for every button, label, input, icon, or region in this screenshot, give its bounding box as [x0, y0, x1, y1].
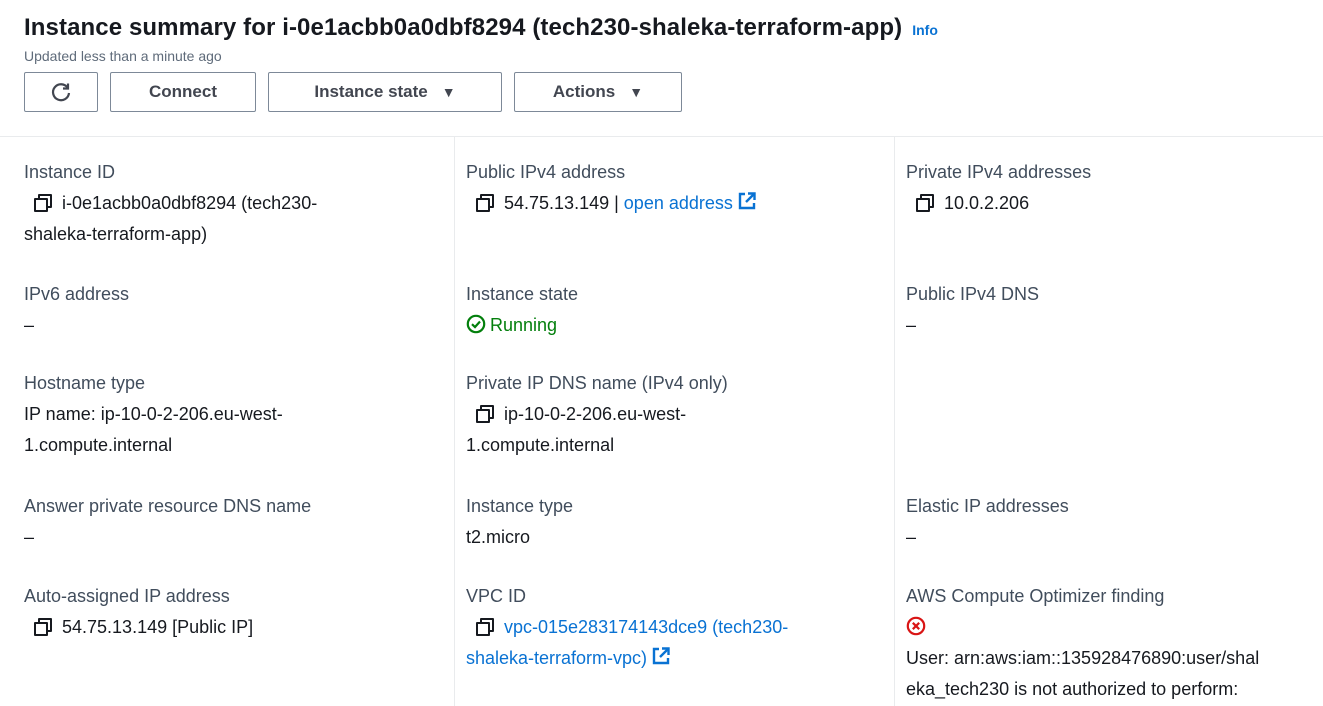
caret-down-icon: ▼: [629, 84, 644, 100]
answer-dns-field: Answer private resource DNS name –: [24, 491, 311, 553]
external-link-icon: [652, 647, 670, 665]
caret-down-icon: ▼: [441, 84, 456, 100]
copy-icon[interactable]: [476, 194, 494, 212]
field-label: Public IPv4 address: [466, 162, 626, 182]
actions-label: Actions: [552, 82, 616, 101]
value-text: 54.75.13.149 [Public IP]: [62, 617, 254, 637]
answer-dns-value: –: [24, 527, 35, 547]
optimizer-field: AWS Compute Optimizer finding User: arn:…: [906, 581, 1259, 705]
copy-icon[interactable]: [476, 405, 494, 423]
refresh-icon: [51, 83, 71, 102]
private-dns-value: ip-10-0-2-206.eu-west-: [466, 399, 728, 430]
field-label: Public IPv4 DNS: [906, 284, 1040, 304]
instance-state-value: Running: [466, 310, 578, 341]
field-label: Hostname type: [24, 373, 146, 393]
instance-type-value: t2.micro: [466, 527, 531, 547]
instance-id-value: i-0e1acbb0a0dbf8294 (tech230-: [24, 188, 317, 219]
private-ipv4-value: 10.0.2.206: [906, 188, 1091, 219]
ipv6-value: –: [24, 315, 35, 335]
field-label: Elastic IP addresses: [906, 496, 1069, 516]
vpc-id-value: vpc-015e283174143dce9 (tech230-: [466, 612, 788, 643]
public-ipv4-value: 54.75.13.149 | open address: [466, 188, 757, 219]
vpc-id-link[interactable]: shaleka-terraform-vpc): [466, 648, 647, 668]
value-line: shaleka-terraform-app): [24, 224, 208, 244]
updated-text: Updated less than a minute ago: [24, 48, 222, 64]
instance-id-field: Instance ID i-0e1acbb0a0dbf8294 (tech230…: [24, 157, 317, 250]
vpc-id-link[interactable]: vpc-015e283174143dce9 (tech230-: [504, 617, 788, 637]
elastic-ip-value: –: [906, 527, 917, 547]
public-dns-value: –: [906, 315, 917, 335]
connect-button[interactable]: Connect: [110, 72, 256, 112]
open-address-link[interactable]: open address: [624, 193, 733, 213]
details-column-3: Private IPv4 addresses 10.0.2.206 Public…: [895, 137, 1323, 706]
hostname-type-field: Hostname type IP name: ip-10-0-2-206.eu-…: [24, 368, 283, 461]
field-label: VPC ID: [466, 586, 527, 606]
error-circle-icon: [906, 616, 926, 636]
value-line: eka_tech230 is not authorized to perform…: [906, 679, 1239, 699]
field-label: Auto-assigned IP address: [24, 586, 230, 606]
copy-icon[interactable]: [34, 618, 52, 636]
info-link[interactable]: Info: [912, 22, 938, 38]
public-dns-field: Public IPv4 DNS –: [906, 279, 1039, 341]
private-dns-field: Private IP DNS name (IPv4 only) ip-10-0-…: [466, 368, 728, 461]
field-label: IPv6 address: [24, 284, 130, 304]
field-label: Answer private resource DNS name: [24, 496, 312, 516]
value-line: User: arn:aws:iam::135928476890:user/sha…: [906, 648, 1260, 668]
refresh-button[interactable]: [24, 72, 98, 112]
value-line: i-0e1acbb0a0dbf8294 (tech230-: [62, 193, 318, 213]
toolbar: Connect Instance state ▼ Actions ▼: [24, 72, 1299, 112]
status-text: Running: [490, 315, 558, 335]
instance-state-field: Instance state Running: [466, 279, 578, 341]
elastic-ip-field: Elastic IP addresses –: [906, 491, 1069, 553]
details-column-2: Public IPv4 address 54.75.13.149 | open …: [455, 137, 895, 706]
value-line: 1.compute.internal: [24, 435, 173, 455]
field-label: Private IP DNS name (IPv4 only): [466, 373, 728, 393]
instance-type-field: Instance type t2.micro: [466, 491, 573, 553]
page-title: Instance summary for i-0e1acbb0a0dbf8294…: [24, 14, 903, 41]
details-column-1: Instance ID i-0e1acbb0a0dbf8294 (tech230…: [0, 137, 455, 706]
public-ipv4-field: Public IPv4 address 54.75.13.149 | open …: [466, 157, 757, 219]
value-line: IP name: ip-10-0-2-206.eu-west-: [24, 404, 283, 424]
field-label: Instance state: [466, 284, 579, 304]
instance-state-label: Instance state: [314, 82, 428, 101]
optimizer-status: [906, 612, 1259, 643]
ipv6-field: IPv6 address –: [24, 279, 129, 341]
value-text: 54.75.13.149 |: [504, 193, 619, 213]
value-line: ip-10-0-2-206.eu-west-: [504, 404, 687, 424]
field-label: AWS Compute Optimizer finding: [906, 586, 1165, 606]
actions-button[interactable]: Actions ▼: [514, 72, 682, 112]
private-ipv4-field: Private IPv4 addresses 10.0.2.206: [906, 157, 1091, 219]
field-label: Instance ID: [24, 162, 116, 182]
copy-icon[interactable]: [476, 618, 494, 636]
field-label: Private IPv4 addresses: [906, 162, 1092, 182]
vpc-id-field: VPC ID vpc-015e283174143dce9 (tech230- s…: [466, 581, 788, 674]
value-line: 1.compute.internal: [466, 435, 615, 455]
copy-icon[interactable]: [916, 194, 934, 212]
auto-ip-field: Auto-assigned IP address 54.75.13.149 [P…: [24, 581, 253, 643]
external-link-icon: [738, 192, 756, 210]
details-grid: Instance ID i-0e1acbb0a0dbf8294 (tech230…: [0, 137, 1323, 706]
title-row: Instance summary for i-0e1acbb0a0dbf8294…: [24, 14, 1299, 42]
page-header: Instance summary for i-0e1acbb0a0dbf8294…: [0, 0, 1323, 122]
auto-ip-value: 54.75.13.149 [Public IP]: [24, 612, 253, 643]
field-label: Instance type: [466, 496, 574, 516]
value-text: 10.0.2.206: [944, 193, 1030, 213]
instance-state-button[interactable]: Instance state ▼: [268, 72, 502, 112]
check-circle-icon: [466, 314, 486, 334]
copy-icon[interactable]: [34, 194, 52, 212]
vpc-id-line2: shaleka-terraform-vpc): [466, 643, 788, 674]
